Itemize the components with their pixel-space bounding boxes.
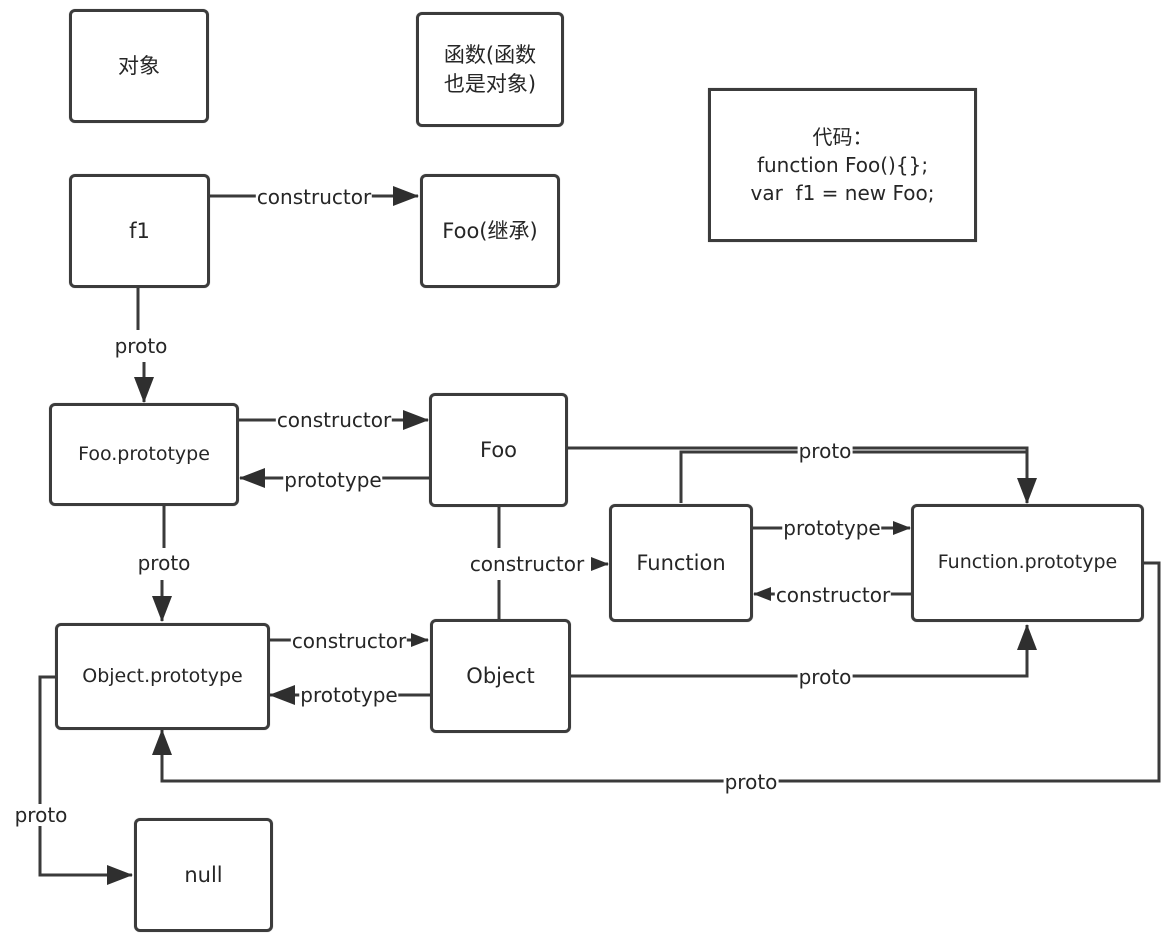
node-foo-prototype-label: Foo.prototype xyxy=(78,442,210,465)
node-foo-prototype[interactable]: Foo.prototype xyxy=(49,403,239,506)
node-foo-inherit-label: Foo(继承) xyxy=(442,218,538,243)
node-f1-label: f1 xyxy=(129,218,150,243)
node-foo-label: Foo xyxy=(479,437,518,462)
legend-function-label-line1: 函数(函数 xyxy=(443,43,537,68)
code-box[interactable]: 代码： function Foo(){}; var f1 = new Foo; xyxy=(708,88,977,242)
legend-function-label-line2: 也是对象) xyxy=(443,71,537,96)
node-function[interactable]: Function xyxy=(609,504,753,622)
node-function-prototype[interactable]: Function.prototype xyxy=(911,504,1144,622)
edge-label-objproto-proto: proto xyxy=(13,803,69,827)
edge-label-object-prototype: prototype xyxy=(299,683,399,707)
legend-object-node[interactable]: 对象 xyxy=(69,9,209,123)
node-object[interactable]: Object xyxy=(430,619,571,733)
edge-foo-proto xyxy=(566,446,1037,504)
edge-label-foo-prototype: prototype xyxy=(283,468,383,492)
edge-label-f1-constructor: constructor xyxy=(255,185,373,209)
edge-label-objproto-constructor: constructor xyxy=(290,629,408,653)
node-function-label: Function xyxy=(636,550,726,575)
code-line-1: function Foo(){}; xyxy=(756,153,929,177)
edge-label-f1-proto: proto xyxy=(113,334,169,358)
edge-label-foo-object-constructor: constructor xyxy=(468,552,586,576)
node-object-prototype[interactable]: Object.prototype xyxy=(55,623,270,730)
edge-label-fooproto-constructor: constructor xyxy=(275,408,393,432)
node-null[interactable]: null xyxy=(134,818,273,932)
code-title: 代码： xyxy=(812,125,873,149)
edge-function-proto xyxy=(679,450,1027,503)
node-foo[interactable]: Foo xyxy=(429,393,568,507)
node-function-prototype-label: Function.prototype xyxy=(937,551,1118,574)
edge-label-fooproto-proto: proto xyxy=(136,551,192,575)
node-foo-inherit[interactable]: Foo(继承) xyxy=(420,174,560,288)
node-object-label: Object xyxy=(466,663,535,688)
legend-function-node[interactable]: 函数(函数 也是对象) xyxy=(416,12,564,127)
node-object-prototype-label: Object.prototype xyxy=(82,664,243,687)
edge-label-funcproto-proto: proto xyxy=(723,770,779,794)
edge-label-foo-proto: proto xyxy=(797,439,853,463)
edge-label-funcproto-constructor: constructor xyxy=(774,583,892,607)
edge-label-object-proto: proto xyxy=(797,665,853,689)
node-f1[interactable]: f1 xyxy=(69,174,210,288)
edge-label-function-prototype: prototype xyxy=(782,516,882,540)
code-line-2: var f1 = new Foo; xyxy=(750,181,935,205)
legend-object-label: 对象 xyxy=(118,53,160,78)
node-null-label: null xyxy=(184,862,223,887)
